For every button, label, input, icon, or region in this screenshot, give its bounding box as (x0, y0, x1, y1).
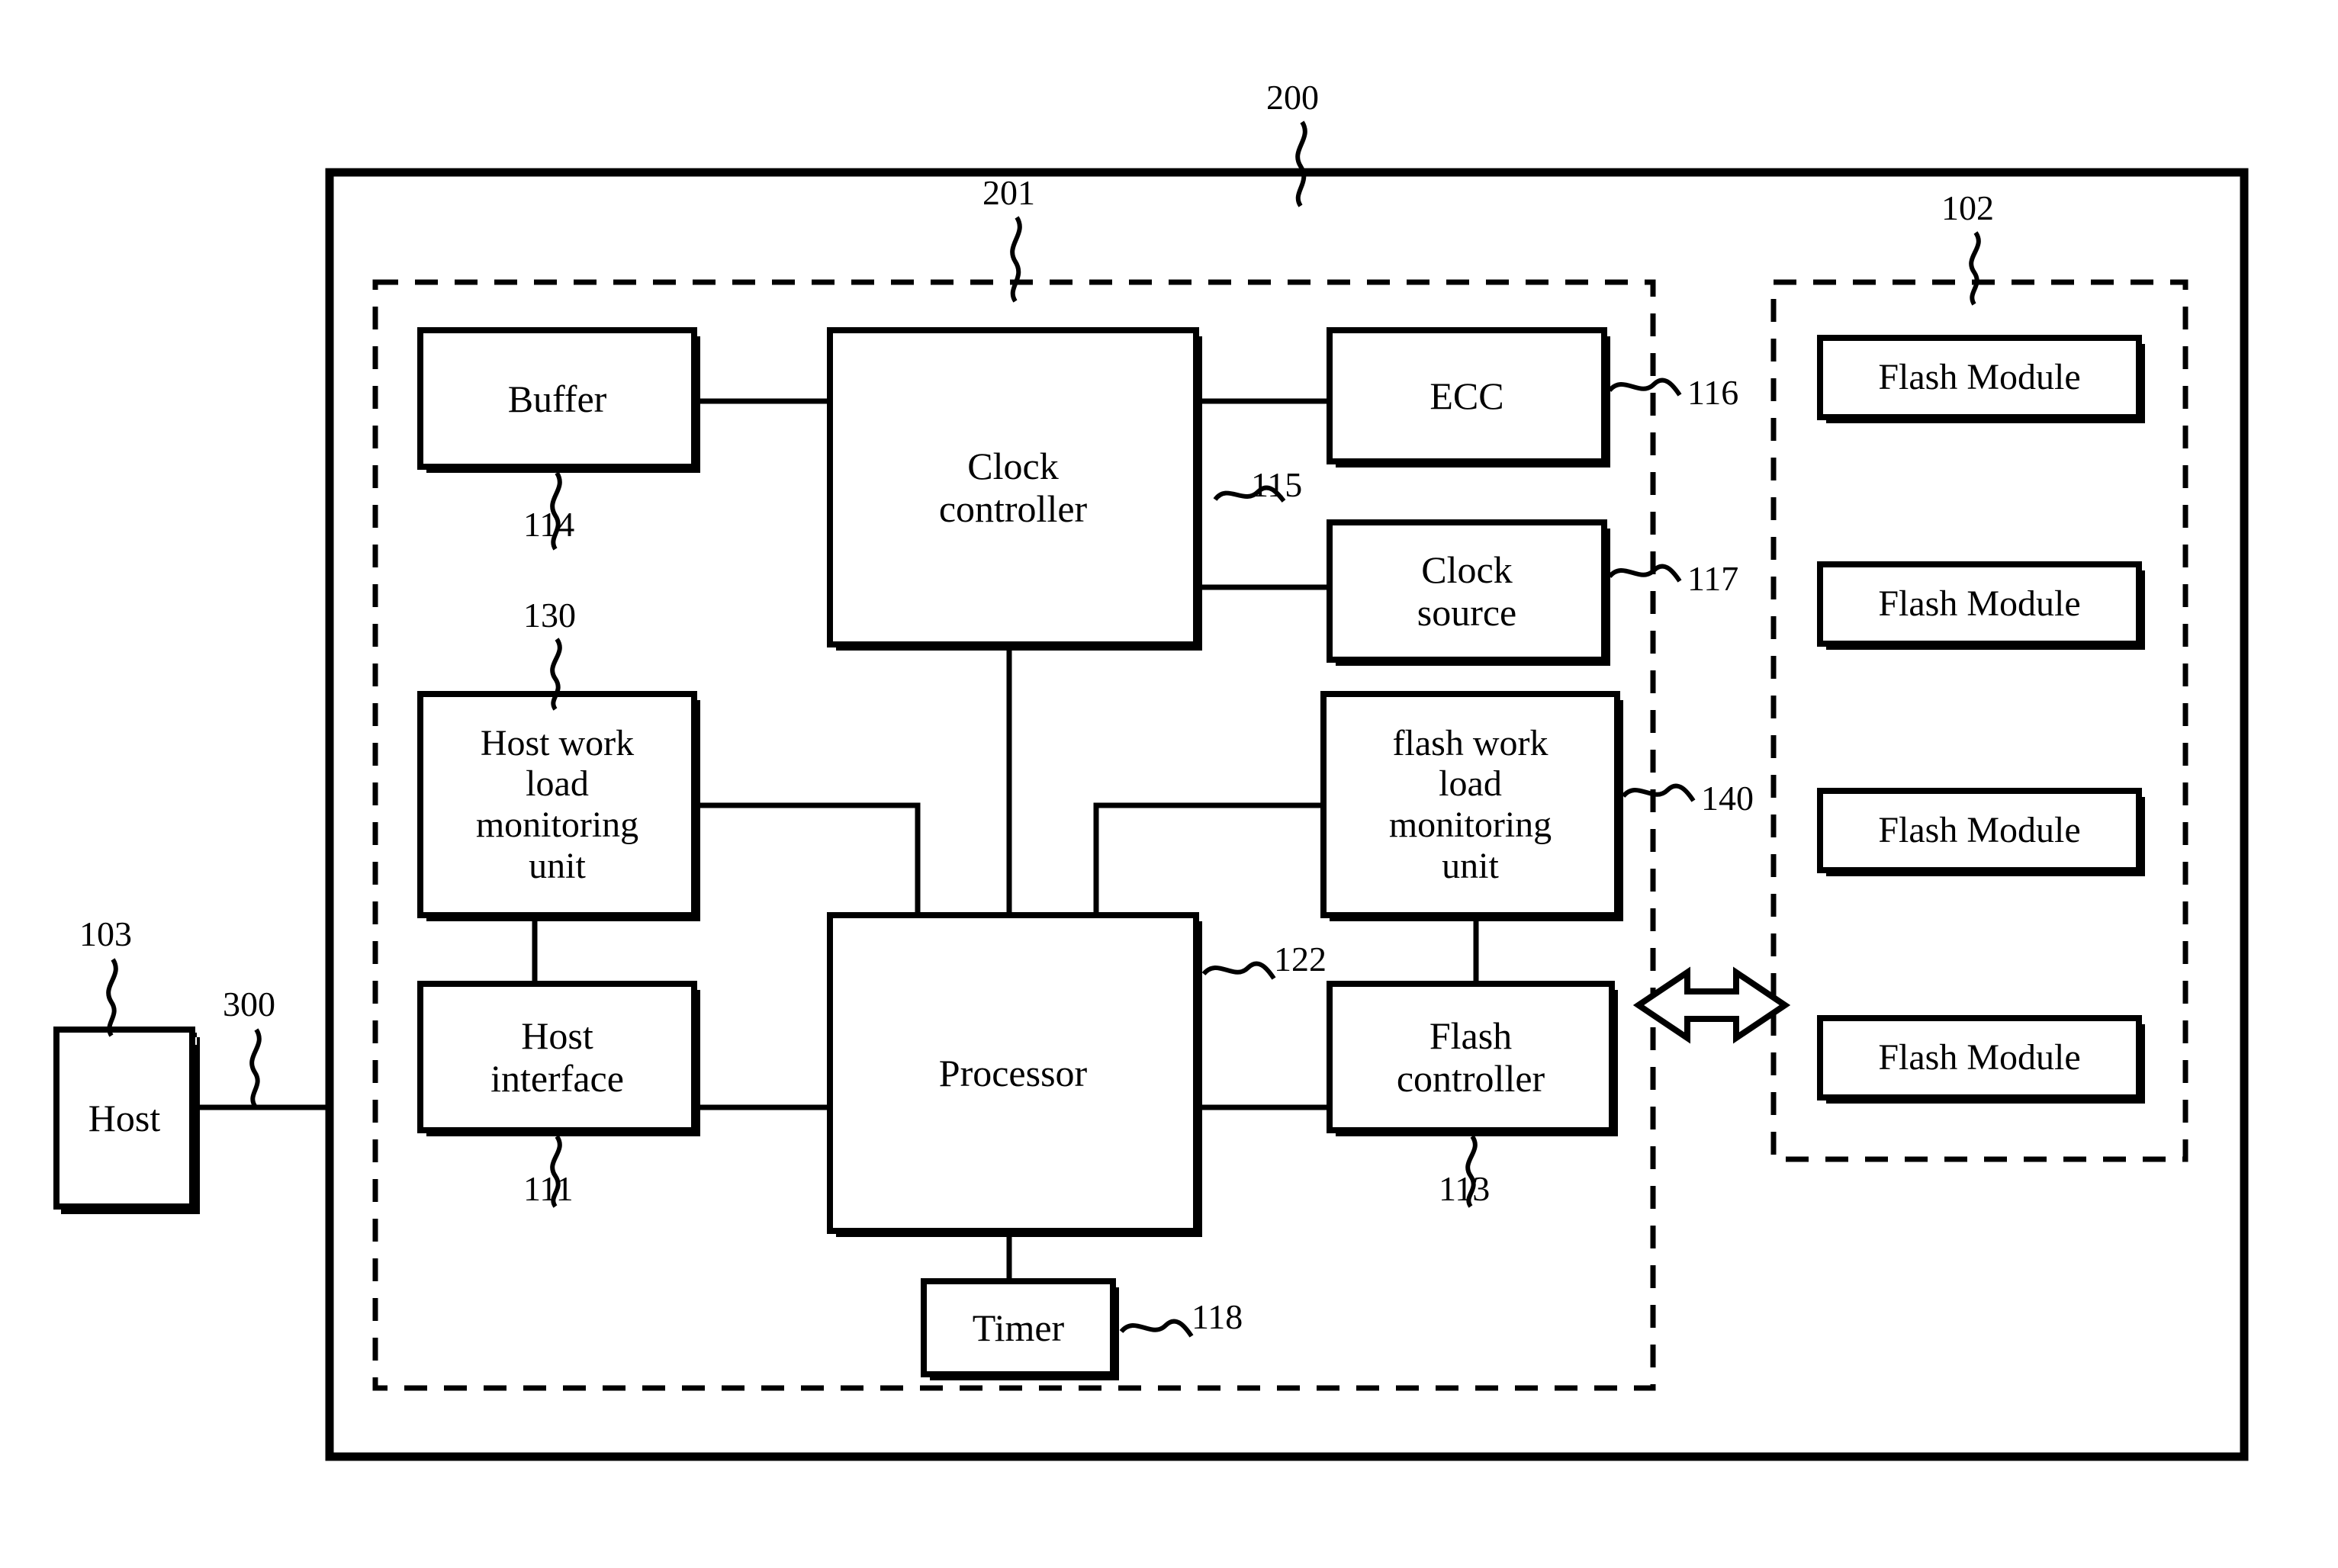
box-ecc (1327, 327, 1610, 468)
line-hostwl-to-processor (694, 802, 921, 915)
box-timer (921, 1278, 1119, 1380)
ref-numeral-111: 111 (523, 1169, 574, 1208)
ref-numeral-103: 103 (79, 914, 132, 953)
ref-numeral-115: 115 (1251, 465, 1303, 504)
ref-numeral-122: 122 (1274, 940, 1327, 978)
leader-116 (1607, 378, 1682, 397)
ref-numeral-113: 113 (1439, 1169, 1491, 1208)
box-host-work-load-monitoring-unit (417, 691, 700, 921)
figure-canvas: Host Buffer Clock controller ECC Clock s… (0, 0, 2338, 1568)
leader-103 (106, 958, 118, 1037)
ref-numeral-140: 140 (1701, 779, 1754, 818)
leader-102 (1969, 231, 1981, 306)
ref-numeral-117: 117 (1687, 559, 1739, 598)
box-clock-controller (827, 327, 1202, 651)
leader-122 (1201, 961, 1276, 980)
leader-200 (1295, 120, 1307, 207)
ref-numeral-130: 130 (523, 596, 576, 635)
box-processor (827, 912, 1202, 1237)
box-host-interface (417, 981, 700, 1136)
leader-118 (1119, 1319, 1194, 1338)
leader-201 (1010, 216, 1022, 303)
ref-numeral-118: 118 (1192, 1297, 1243, 1336)
ref-numeral-201: 201 (982, 173, 1035, 212)
box-clock-source (1327, 519, 1610, 666)
leader-140 (1621, 783, 1696, 802)
box-flash-module-1 (1817, 335, 2145, 423)
ref-numeral-300: 300 (223, 985, 275, 1023)
box-host (53, 1027, 200, 1214)
ref-numeral-102: 102 (1941, 188, 1994, 227)
ref-numeral-116: 116 (1687, 373, 1739, 412)
box-buffer (417, 327, 700, 473)
bidirectional-arrow-icon (1632, 966, 1791, 1044)
diagram-vector-layer (53, 120, 2249, 1461)
line-flashwl-to-processor (1093, 802, 1323, 915)
leader-117 (1607, 564, 1682, 583)
box-flash-module-3 (1817, 788, 2145, 876)
ref-numeral-200: 200 (1266, 78, 1319, 117)
box-flash-module-4 (1817, 1015, 2145, 1104)
box-flash-module-2 (1817, 561, 2145, 650)
ref-numeral-114: 114 (523, 505, 575, 544)
box-flash-controller (1327, 981, 1618, 1136)
box-flash-work-load-monitoring-unit (1320, 691, 1623, 921)
leader-300 (249, 1028, 262, 1107)
